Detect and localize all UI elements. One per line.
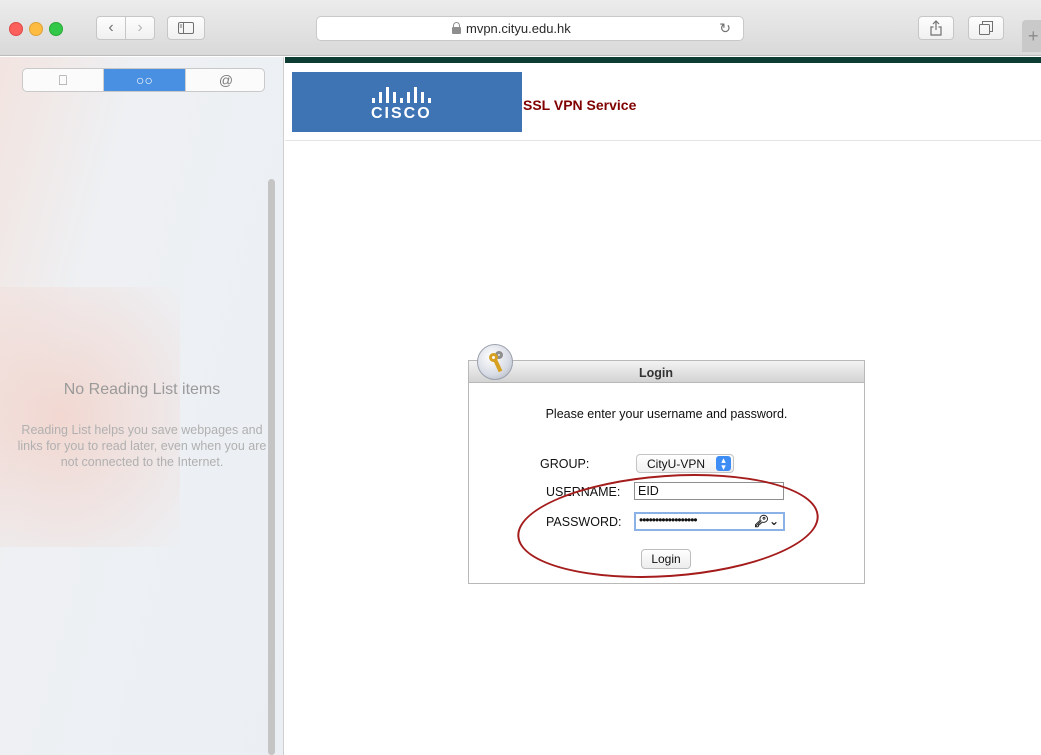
share-icon bbox=[930, 20, 942, 36]
at-icon: @ bbox=[218, 72, 234, 88]
chevron-right-icon: › bbox=[137, 19, 143, 36]
sidebar-icon bbox=[178, 22, 194, 34]
reading-list-sidebar: ⎕ ○○ @ No Reading List items Reading Lis… bbox=[0, 57, 284, 755]
web-page: cisco SSL VPN Service Login Please enter… bbox=[285, 57, 1041, 755]
group-select-value: CityU-VPN bbox=[647, 457, 706, 471]
address-bar[interactable]: mvpn.cityu.edu.hk ↻ bbox=[316, 16, 744, 41]
cisco-wordmark: cisco bbox=[371, 105, 432, 122]
select-arrows-icon: ▴ ▾ bbox=[716, 456, 731, 472]
lock-icon bbox=[452, 22, 461, 34]
glasses-icon: ○○ bbox=[136, 72, 153, 88]
sidebar-scrollbar[interactable] bbox=[268, 179, 275, 755]
cisco-logo: cisco bbox=[292, 72, 522, 132]
url-text: mvpn.cityu.edu.hk bbox=[466, 21, 571, 36]
show-tabs-button[interactable] bbox=[968, 16, 1004, 40]
minimize-window-button[interactable] bbox=[29, 22, 43, 36]
sidebar-segmented-control: ⎕ ○○ @ bbox=[22, 68, 265, 92]
browser-window: ‹ › mvpn.cityu.edu.hk ↻ + ⎕ ○○ @ No Read… bbox=[0, 0, 1041, 755]
toggle-sidebar-button[interactable] bbox=[167, 16, 205, 40]
reading-list-tab[interactable]: ○○ bbox=[104, 69, 185, 91]
zoom-window-button[interactable] bbox=[49, 22, 63, 36]
bookmarks-tab[interactable]: ⎕ bbox=[23, 69, 104, 91]
reload-icon[interactable]: ↻ bbox=[719, 20, 731, 37]
group-select[interactable]: CityU-VPN ▴ ▾ bbox=[636, 454, 734, 473]
new-tab-button[interactable]: + bbox=[1022, 20, 1041, 52]
login-instructions: Please enter your username and password. bbox=[545, 407, 788, 421]
shared-links-tab[interactable]: @ bbox=[185, 69, 264, 91]
login-panel-header: Login bbox=[469, 361, 864, 383]
book-icon: ⎕ bbox=[58, 72, 68, 88]
share-button[interactable] bbox=[918, 16, 954, 40]
keys-icon bbox=[477, 344, 513, 380]
service-title: SSL VPN Service bbox=[523, 97, 637, 113]
back-button[interactable]: ‹ bbox=[96, 16, 126, 40]
login-panel-title: Login bbox=[639, 366, 674, 380]
navigation-buttons: ‹ › bbox=[96, 16, 156, 40]
page-header: cisco SSL VPN Service bbox=[285, 63, 1041, 141]
tabs-overview-icon bbox=[979, 21, 993, 35]
forward-button[interactable]: › bbox=[125, 16, 155, 40]
browser-toolbar: ‹ › mvpn.cityu.edu.hk ↻ + bbox=[0, 0, 1041, 56]
cisco-bars-icon bbox=[372, 85, 440, 103]
reading-list-empty-description: Reading List helps you save webpages and… bbox=[17, 423, 267, 469]
chevron-left-icon: ‹ bbox=[108, 19, 114, 36]
close-window-button[interactable] bbox=[9, 22, 23, 36]
reading-list-empty-title: No Reading List items bbox=[63, 381, 221, 398]
group-label: GROUP: bbox=[540, 457, 590, 471]
